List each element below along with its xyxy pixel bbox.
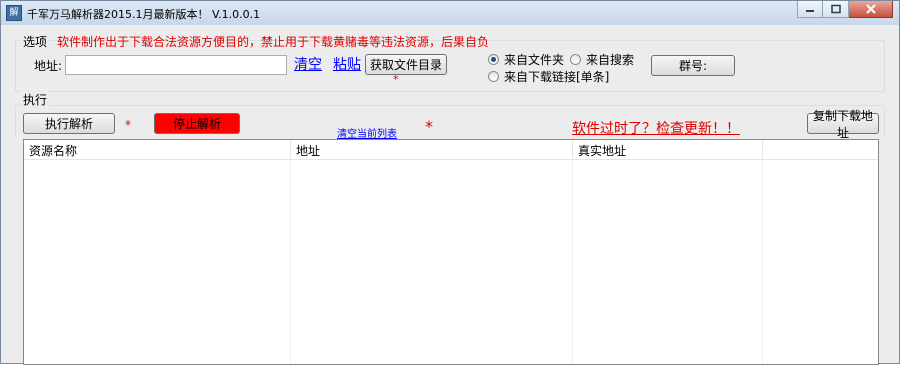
clear-list-link[interactable]: 清空当前列表	[337, 125, 397, 140]
stop-parse-button[interactable]: 停止解析	[154, 113, 240, 134]
copy-download-address-button-label: 复制下载地址	[812, 108, 873, 140]
title-bar[interactable]: 解 千军万马解析器2015.1月最新版本！ V.1.0.0.1	[1, 1, 899, 25]
radio-from-folder[interactable]: 来自文件夹	[488, 51, 564, 68]
resource-list[interactable]: 资源名称 地址 真实地址	[23, 139, 879, 365]
minimize-button[interactable]	[797, 1, 823, 18]
app-window: 解 千军万马解析器2015.1月最新版本！ V.1.0.0.1 选项 软件制作出…	[0, 0, 900, 365]
column-header-address[interactable]: 地址	[291, 140, 573, 159]
paste-link[interactable]: 粘贴	[333, 54, 361, 74]
get-directory-button-label: 获取文件目录	[369, 58, 442, 72]
star-marker: *	[425, 117, 433, 136]
maximize-button[interactable]	[823, 1, 849, 18]
radio-from-folder-label: 来自文件夹	[504, 53, 565, 67]
execute-parse-button-label: 执行解析	[44, 117, 93, 131]
column-header-empty[interactable]	[763, 140, 878, 159]
close-icon	[865, 4, 876, 14]
minimize-icon	[806, 10, 814, 12]
check-update-link[interactable]: 软件过时了？检查更新！！	[572, 118, 740, 138]
column-divider	[572, 159, 573, 364]
radio-from-link[interactable]: 来自下载链接[单条]	[488, 68, 609, 85]
radio-from-search[interactable]: 来自搜索	[570, 51, 634, 68]
window-title: 千军万马解析器2015.1月最新版本！ V.1.0.0.1	[27, 8, 261, 21]
column-header-resource-name[interactable]: 资源名称	[24, 140, 291, 159]
required-star: *	[393, 73, 399, 86]
get-directory-button[interactable]: 获取文件目录	[365, 54, 447, 75]
execute-group-label: 执行	[21, 91, 50, 108]
execute-group	[15, 105, 885, 138]
stop-parse-button-label: 停止解析	[172, 117, 221, 131]
clear-link[interactable]: 清空	[294, 54, 322, 74]
radio-from-link-label: 来自下载链接[单条]	[504, 70, 610, 84]
group-number-button[interactable]: 群号:	[651, 55, 735, 76]
star-marker: *	[125, 118, 131, 132]
column-divider	[290, 159, 291, 364]
radio-button[interactable]	[488, 71, 499, 82]
window-controls	[797, 1, 893, 19]
legal-warning: 软件制作出于下载合法资源方便目的，禁止用于下载黄赌毒等违法资源，后果自负	[57, 35, 490, 49]
app-icon: 解	[6, 5, 22, 21]
column-divider	[762, 159, 763, 364]
column-header-real-address[interactable]: 真实地址	[573, 140, 763, 159]
radio-button[interactable]	[570, 54, 581, 65]
execute-parse-button[interactable]: 执行解析	[23, 113, 115, 134]
close-button[interactable]	[849, 1, 893, 18]
maximize-icon	[830, 4, 841, 14]
radio-button-checked[interactable]	[488, 54, 499, 65]
options-group-label: 选项	[21, 33, 50, 50]
address-input[interactable]	[65, 55, 287, 75]
address-label: 地址:	[34, 59, 63, 73]
copy-download-address-button[interactable]: 复制下载地址	[807, 108, 879, 140]
radio-from-search-label: 来自搜索	[586, 53, 635, 67]
list-header: 资源名称 地址 真实地址	[24, 140, 878, 160]
group-number-button-label: 群号:	[678, 59, 708, 73]
